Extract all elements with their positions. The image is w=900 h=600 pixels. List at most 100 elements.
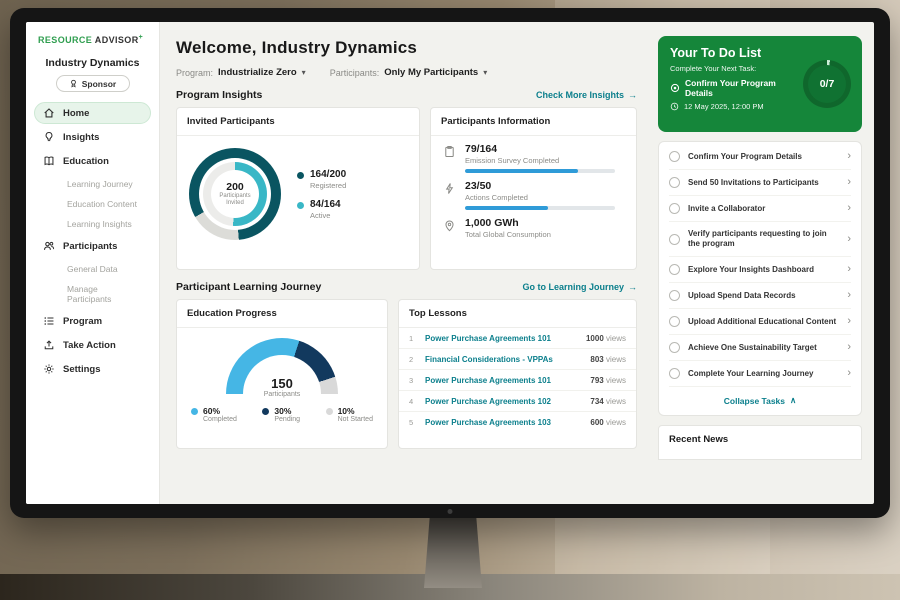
legend-label: Active: [310, 211, 341, 220]
legend-dot: [326, 408, 333, 415]
sidebar-item-label: Education: [63, 156, 109, 167]
task-item[interactable]: Achieve One Sustainability Target ›: [669, 335, 851, 361]
lesson-link[interactable]: Power Purchase Agreements 101: [425, 334, 578, 343]
info-row-actions: 23/50 Actions Completed: [431, 173, 636, 210]
task-item[interactable]: Confirm Your Program Details ›: [669, 144, 851, 170]
education-gauge-chart: 150 Participants: [226, 338, 338, 394]
task-checkbox[interactable]: [669, 316, 680, 327]
sidebar-item-learning-insights[interactable]: Learning Insights: [34, 214, 151, 233]
info-value: 79/164: [465, 143, 615, 155]
lightning-icon: [443, 182, 456, 195]
chevron-right-icon[interactable]: ›: [847, 368, 851, 379]
sidebar-item-learning-journey[interactable]: Learning Journey: [34, 174, 151, 193]
task-item[interactable]: Complete Your Learning Journey ›: [669, 361, 851, 387]
task-item[interactable]: Verify participants requesting to join t…: [669, 222, 851, 257]
task-checkbox[interactable]: [669, 290, 680, 301]
sidebar: RESOURCE ADVISOR+ Industry Dynamics Spon…: [26, 22, 160, 504]
info-label: Emission Survey Completed: [465, 156, 615, 165]
task-checkbox[interactable]: [669, 151, 680, 162]
participants-filter-value: Only My Participants: [384, 67, 478, 78]
task-checkbox[interactable]: [669, 342, 680, 353]
program-filter[interactable]: Program: Industrialize Zero ▾: [176, 67, 306, 78]
people-icon: [43, 240, 55, 252]
lesson-views-unit: views: [604, 376, 626, 385]
lesson-link[interactable]: Power Purchase Agreements 103: [425, 418, 582, 427]
chevron-right-icon[interactable]: ›: [847, 234, 851, 245]
sidebar-item-home[interactable]: Home: [34, 102, 151, 124]
sidebar-item-education-content[interactable]: Education Content: [34, 194, 151, 213]
collapse-tasks-button[interactable]: Collapse Tasks ∧: [669, 387, 851, 411]
task-checkbox[interactable]: [669, 264, 680, 275]
chevron-right-icon[interactable]: ›: [847, 203, 851, 214]
legend-value: 84/164: [310, 199, 341, 210]
task-item[interactable]: Upload Additional Educational Content ›: [669, 309, 851, 335]
task-item[interactable]: Explore Your Insights Dashboard ›: [669, 257, 851, 283]
sidebar-item-insights[interactable]: Insights: [34, 126, 151, 148]
app-screen: RESOURCE ADVISOR+ Industry Dynamics Spon…: [26, 22, 874, 504]
lesson-rank: 2: [409, 355, 417, 364]
program-filter-value: Industrialize Zero: [218, 67, 297, 78]
info-row-consumption: 1,000 GWh Total Global Consumption: [431, 210, 636, 243]
card-title: Participants Information: [431, 108, 636, 136]
chevron-right-icon[interactable]: ›: [847, 177, 851, 188]
sidebar-item-education[interactable]: Education: [34, 150, 151, 172]
program-filter-label: Program:: [176, 68, 213, 78]
sidebar-item-take-action[interactable]: Take Action: [34, 334, 151, 356]
todo-progress-ring: 0/7: [803, 60, 851, 108]
lesson-link[interactable]: Power Purchase Agreements 101: [425, 376, 582, 385]
task-item[interactable]: Upload Spend Data Records ›: [669, 283, 851, 309]
program-insights-cards: Invited Participants 200 Participants In…: [176, 107, 637, 270]
todo-next-task[interactable]: Confirm Your Program Details: [670, 78, 798, 98]
participants-filter-label: Participants:: [330, 68, 380, 78]
sidebar-item-label: Settings: [63, 364, 100, 375]
sidebar-item-manage-participants[interactable]: Manage Participants: [34, 279, 151, 308]
sidebar-item-label: Home: [63, 108, 89, 119]
sidebar-item-participants[interactable]: Participants: [34, 235, 151, 257]
task-checkbox[interactable]: [669, 203, 680, 214]
task-checkbox[interactable]: [669, 177, 680, 188]
chevron-right-icon[interactable]: ›: [847, 290, 851, 301]
task-checkbox[interactable]: [669, 368, 680, 379]
lesson-views-unit: views: [604, 355, 626, 364]
todo-summary-card: Your To Do List Complete Your Next Task:…: [658, 36, 862, 132]
task-checkbox[interactable]: [669, 234, 680, 245]
chevron-right-icon[interactable]: ›: [847, 264, 851, 275]
monitor-stand: [424, 516, 482, 588]
lesson-views: 793: [590, 376, 603, 385]
sidebar-item-general-data[interactable]: General Data: [34, 259, 151, 278]
chevron-right-icon[interactable]: ›: [847, 151, 851, 162]
participants-information-card: Participants Information 79/164 Emission…: [430, 107, 637, 270]
todo-panel: Your To Do List Complete Your Next Task:…: [650, 22, 874, 504]
task-item[interactable]: Send 50 Invitations to Participants ›: [669, 170, 851, 196]
task-item[interactable]: Invite a Collaborator ›: [669, 196, 851, 222]
task-label: Upload Spend Data Records: [688, 291, 837, 301]
link-label: Check More Insights: [536, 90, 624, 100]
info-label: Total Global Consumption: [465, 230, 551, 239]
lesson-row: 4 Power Purchase Agreements 102 734 view…: [399, 391, 636, 412]
participants-filter[interactable]: Participants: Only My Participants ▾: [330, 67, 488, 78]
survey-progress-bar: [465, 169, 615, 173]
lesson-link[interactable]: Financial Considerations - VPPAs: [425, 355, 582, 364]
legend-item-completed: 60% Completed: [191, 406, 237, 423]
org-name: Industry Dynamics: [30, 57, 155, 69]
info-value: 1,000 GWh: [465, 217, 551, 229]
sidebar-item-label: Take Action: [63, 340, 116, 351]
section-title: Participant Learning Journey: [176, 281, 321, 293]
chevron-right-icon[interactable]: ›: [847, 342, 851, 353]
lesson-link[interactable]: Power Purchase Agreements 102: [425, 397, 582, 406]
info-value: 23/50: [465, 180, 615, 192]
sidebar-item-settings[interactable]: Settings: [34, 358, 151, 380]
learning-journey-header: Participant Learning Journey Go to Learn…: [176, 281, 637, 293]
sponsor-badge[interactable]: Sponsor: [56, 75, 130, 92]
main-content: Welcome, Industry Dynamics Program: Indu…: [160, 22, 650, 504]
todo-next-task-label: Confirm Your Program Details: [685, 78, 798, 98]
actions-progress-bar: [465, 206, 615, 210]
lesson-views-unit: views: [604, 418, 626, 427]
sidebar-item-program[interactable]: Program: [34, 310, 151, 332]
legend-item-active: 84/164 Active: [297, 199, 346, 220]
chevron-right-icon[interactable]: ›: [847, 316, 851, 327]
go-to-learning-journey-link[interactable]: Go to Learning Journey →: [522, 282, 637, 292]
check-more-insights-link[interactable]: Check More Insights →: [536, 90, 637, 100]
education-progress-card: Education Progress 150 Participants: [176, 299, 388, 449]
legend-label: Not Started: [338, 416, 373, 423]
